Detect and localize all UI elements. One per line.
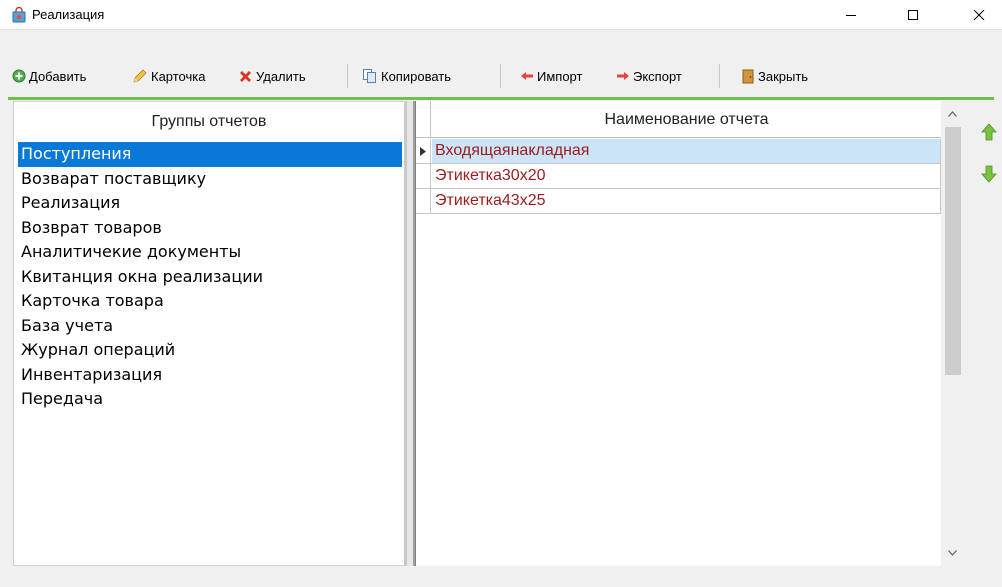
list-item[interactable]: Квитанция окна реализации: [18, 265, 402, 290]
toolbar-separator: [719, 64, 720, 88]
plus-circle-icon: [12, 69, 26, 83]
delete-x-icon: [240, 70, 251, 82]
maximize-button[interactable]: [890, 0, 936, 30]
table-cell: Этикетка43х25: [432, 189, 941, 213]
door-icon: [742, 69, 754, 83]
add-button-label: Добавить: [29, 68, 87, 84]
delete-button[interactable]: Удалить: [238, 65, 306, 87]
close-button[interactable]: Закрыть: [741, 65, 808, 87]
status-bar: [0, 566, 1002, 587]
title-bar: Реализация: [0, 0, 1002, 30]
grid-header: Наименование отчета: [416, 101, 941, 138]
export-button-label: Экспорт: [633, 68, 682, 84]
chevron-up-icon: [948, 111, 957, 117]
column-header-report-name[interactable]: Наименование отчета: [432, 101, 941, 138]
toolbar-separator: [347, 64, 348, 88]
scroll-thumb[interactable]: [945, 127, 961, 375]
pencil-icon: [133, 69, 147, 83]
import-button[interactable]: Импорт: [520, 65, 582, 87]
accent-divider: [8, 97, 994, 100]
list-item[interactable]: Карточка товара: [18, 289, 402, 314]
row-move-controls: [966, 101, 1002, 566]
panel-splitter[interactable]: [407, 101, 415, 566]
list-item[interactable]: Поступления: [18, 142, 402, 167]
table-cell: Входящаянакладная: [432, 139, 941, 163]
chevron-down-icon: [948, 550, 957, 556]
row-indicator: [416, 189, 431, 213]
list-item[interactable]: Возварат поставщику: [18, 167, 402, 192]
grid-rows: Входящаянакладная Этикетка30х20 Этикетка…: [416, 139, 941, 214]
toolbar-separator: [500, 64, 501, 88]
move-up-arrow-icon[interactable]: [980, 123, 998, 141]
list-item[interactable]: Журнал операций: [18, 338, 402, 363]
vertical-scrollbar[interactable]: [941, 101, 964, 566]
maximize-icon: [908, 10, 918, 20]
table-row[interactable]: Входящаянакладная: [416, 139, 941, 164]
row-indicator: [416, 139, 431, 163]
table-row[interactable]: Этикетка43х25: [416, 189, 941, 214]
card-button-label: Карточка: [151, 68, 206, 84]
row-indicator-header: [416, 101, 431, 138]
export-button[interactable]: Экспорт: [616, 65, 682, 87]
table-row[interactable]: Этикетка30х20: [416, 164, 941, 189]
list-item[interactable]: Реализация: [18, 191, 402, 216]
table-cell: Этикетка30х20: [432, 164, 941, 188]
minimize-button[interactable]: [828, 0, 874, 30]
toolbar: Добавить Карточка Удалить Копировать Имп…: [0, 61, 1002, 91]
card-button[interactable]: Карточка: [132, 65, 205, 87]
row-indicator: [416, 164, 431, 188]
list-item[interactable]: Возврат товаров: [18, 216, 402, 241]
close-icon: [973, 9, 985, 21]
arrow-right-icon: [617, 72, 629, 80]
list-item[interactable]: База учета: [18, 314, 402, 339]
arrow-left-icon: [521, 72, 533, 80]
report-groups-panel: Группы отчетов Поступления Возварат пост…: [13, 101, 407, 566]
list-item[interactable]: Аналитичекие документы: [18, 240, 402, 265]
move-down-arrow-icon[interactable]: [980, 165, 998, 183]
import-button-label: Импорт: [537, 68, 583, 84]
list-item[interactable]: Инвентаризация: [18, 363, 402, 388]
report-groups-list: Поступления Возварат поставщику Реализац…: [18, 142, 402, 412]
shopping-bag-icon: [12, 7, 26, 23]
copy-icon: [363, 69, 376, 83]
minimize-icon: [846, 15, 856, 16]
delete-button-label: Удалить: [256, 68, 306, 84]
copy-button-label: Копировать: [381, 68, 451, 84]
close-button-label: Закрыть: [758, 68, 809, 84]
close-window-button[interactable]: [956, 0, 1002, 30]
window-title: Реализация: [32, 7, 105, 22]
copy-button[interactable]: Копировать: [362, 65, 451, 87]
list-item[interactable]: Передача: [18, 387, 402, 412]
scroll-up-button[interactable]: [941, 101, 964, 127]
triangle-right-icon: [420, 146, 426, 156]
add-button[interactable]: Добавить: [12, 65, 86, 87]
report-groups-header: Группы отчетов: [151, 113, 267, 130]
scroll-down-button[interactable]: [941, 540, 964, 566]
reports-grid: Наименование отчета Входящаянакладная Эт…: [415, 101, 941, 566]
